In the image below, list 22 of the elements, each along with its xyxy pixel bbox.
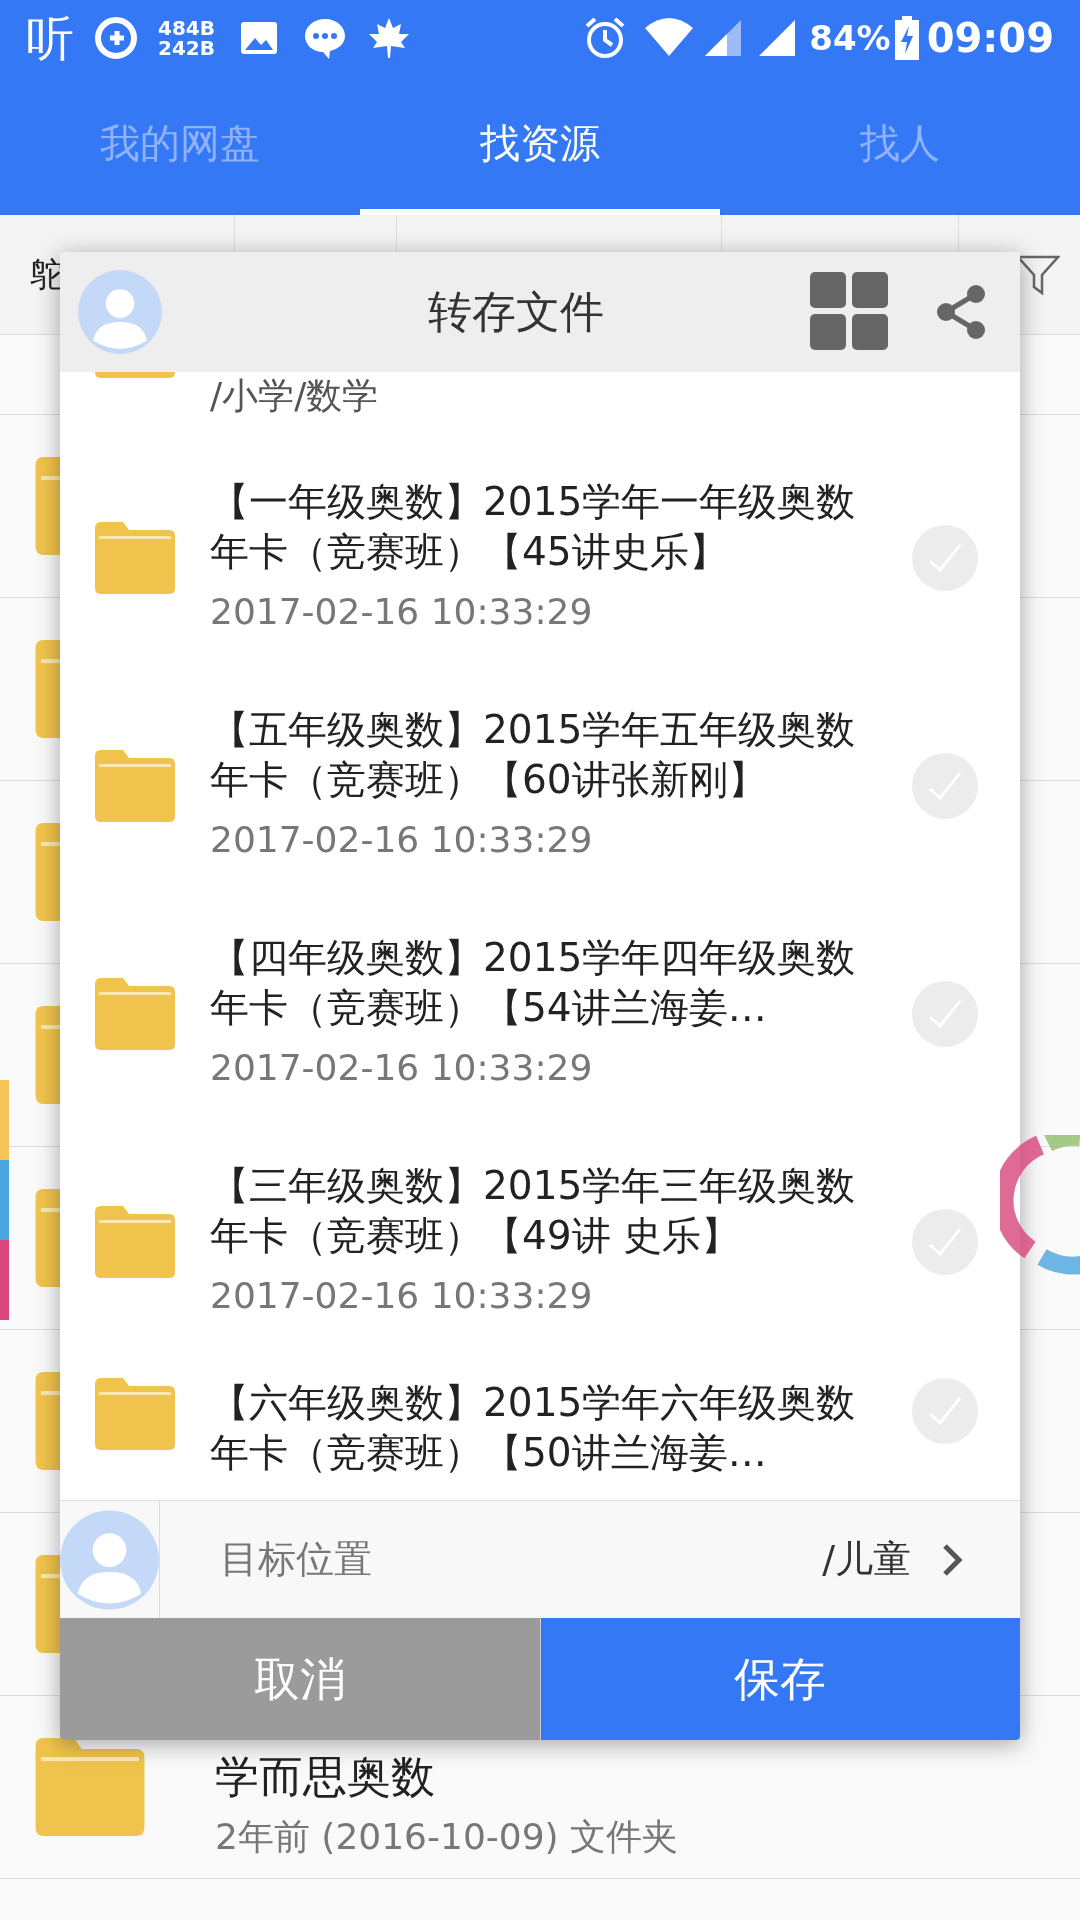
- target-label: 目标位置: [220, 1536, 373, 1583]
- battery-percent: 84%: [809, 16, 891, 60]
- folder-time: 2017-02-16 10:33:29: [210, 590, 594, 634]
- folder-name[interactable]: 【三年级奥数】2015学年三年级奥数年卡（竞赛班）【49讲 史乐】: [210, 1161, 870, 1261]
- clock-time: 09:09: [926, 14, 1054, 63]
- app-logo: 听: [26, 14, 74, 62]
- folder-time: 2017-02-16 10:33:29: [210, 1046, 594, 1090]
- folder-name[interactable]: 【五年级奥数】2015学年五年级奥数年卡（竞赛班）【60讲张新刚】: [210, 705, 870, 805]
- save-button[interactable]: 保存: [540, 1618, 1020, 1740]
- target-row[interactable]: 目标位置 /儿童: [60, 1500, 1020, 1618]
- folder-time: 2017-02-16 10:33:29: [210, 1274, 594, 1318]
- folder-name[interactable]: 【四年级奥数】2015学年四年级奥数年卡（竞赛班）【54讲兰海姜…: [210, 933, 870, 1033]
- folder-name[interactable]: 【一年级奥数】2015学年一年级奥数年卡（竞赛班）【45讲史乐】: [210, 477, 870, 577]
- download-speed: 242B: [158, 38, 215, 58]
- folder-time: 2017-02-16 10:33:29: [210, 818, 594, 862]
- folder-name[interactable]: 【六年级奥数】2015学年六年级奥数年卡（竞赛班）【50讲兰海姜…: [210, 1378, 870, 1478]
- folder-path: /小学/数学: [210, 374, 379, 418]
- folder-name: 学而思奥数: [215, 1750, 436, 1804]
- target-path: /儿童: [822, 1536, 911, 1583]
- dialog-title: 转存文件: [427, 285, 605, 339]
- upload-speed: 484B: [158, 18, 215, 38]
- folder-info: 2年前 (2016-10-09) 文件夹: [215, 1815, 679, 1859]
